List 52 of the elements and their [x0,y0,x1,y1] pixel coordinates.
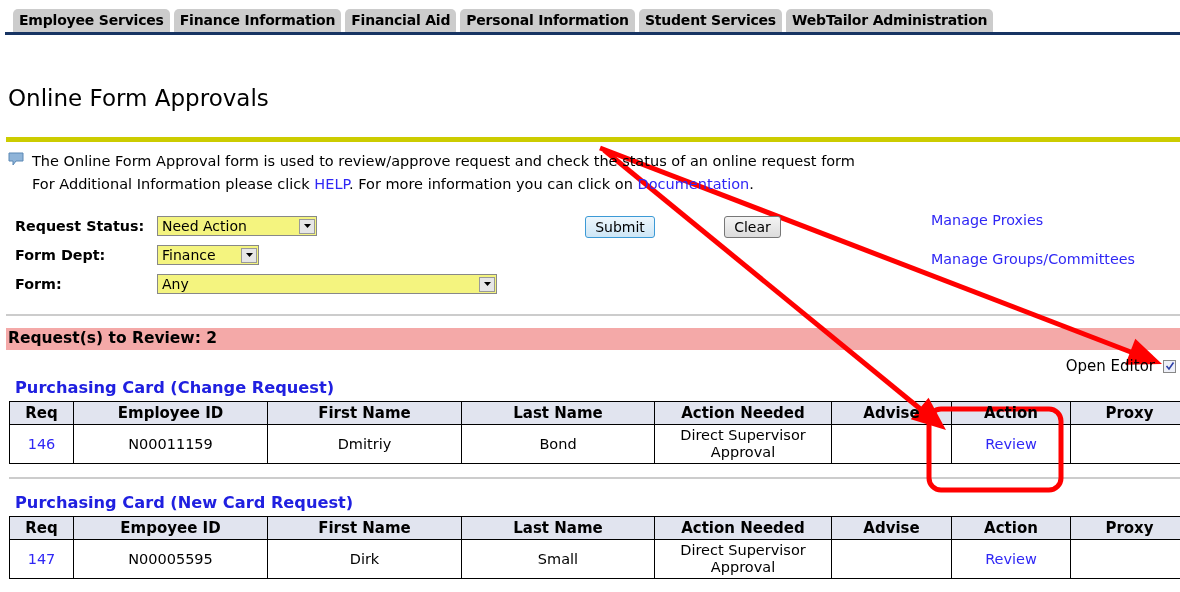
filter-label: Form: [15,276,63,292]
dropdown-field[interactable]: Finance [157,245,259,265]
column-header: Empoyee ID [120,519,221,537]
checkbox[interactable] [1163,359,1176,373]
table-cell: N00011159 [128,435,213,452]
dropdown-arrow-icon [483,282,491,286]
section-title[interactable]: Purchasing Card (New Card Request) [15,493,1180,512]
page-title: Online Form Approvals [8,85,270,113]
table-cell: Dirk [349,550,380,567]
section-title[interactable]: Purchasing Card (Change Request) [15,378,1180,397]
column-header: Last Name [513,519,603,537]
clear-button[interactable]: Clear [724,216,781,238]
column-header: Employee ID [117,404,224,422]
dropdown-field[interactable]: Need Action [157,216,317,236]
table-link[interactable]: Review [985,550,1037,567]
dropdown-field[interactable]: Any [157,274,497,294]
table-link[interactable]: Review [985,435,1037,452]
column-header: First Name [318,404,411,422]
column-header: Last Name [513,404,603,422]
manage-link[interactable]: Manage Proxies [931,212,1135,228]
manage-link[interactable]: Manage Groups/Committees [931,251,1135,267]
dropdown-arrow-icon [303,224,311,228]
table-link[interactable]: 146 [27,435,56,452]
nav-tab[interactable]: WebTailor Administration [786,9,994,32]
column-header: Action Needed [681,519,805,537]
filter-label: Request Status: [15,218,146,234]
table-cell: Direct Supervisor Approval [680,542,806,575]
table-link[interactable]: 147 [27,550,56,567]
table-cell: N00005595 [128,550,213,567]
table-cell: Direct Supervisor Approval [680,427,806,460]
help-link[interactable]: HELP [314,176,349,192]
table-cell: Bond [539,435,577,452]
nav-tab[interactable]: Employee Services [13,9,170,32]
column-header: Req [25,404,58,422]
filter-label: Form Dept: [15,247,107,263]
nav-tab[interactable]: Personal Information [460,9,635,32]
speech-bubble-icon [8,152,24,166]
nav-tab[interactable]: Financial Aid [345,9,457,32]
nav-tab[interactable]: Student Services [638,9,782,32]
column-header: Action Needed [681,404,805,422]
column-header: Advise [863,519,920,537]
review-banner: Request(s) to Review: 2 [6,328,1180,350]
column-header: Proxy [1105,404,1154,422]
submit-button[interactable]: Submit [585,216,655,238]
dropdown-arrow-icon [245,253,253,257]
column-header: Req [25,519,58,537]
nav-tab[interactable]: Finance Information [173,9,342,32]
table-cell: Small [537,550,579,567]
table-cell: Dmitriy [337,435,392,452]
column-header: First Name [318,519,411,537]
column-header: Proxy [1105,519,1154,537]
column-header: Action [984,519,1038,537]
